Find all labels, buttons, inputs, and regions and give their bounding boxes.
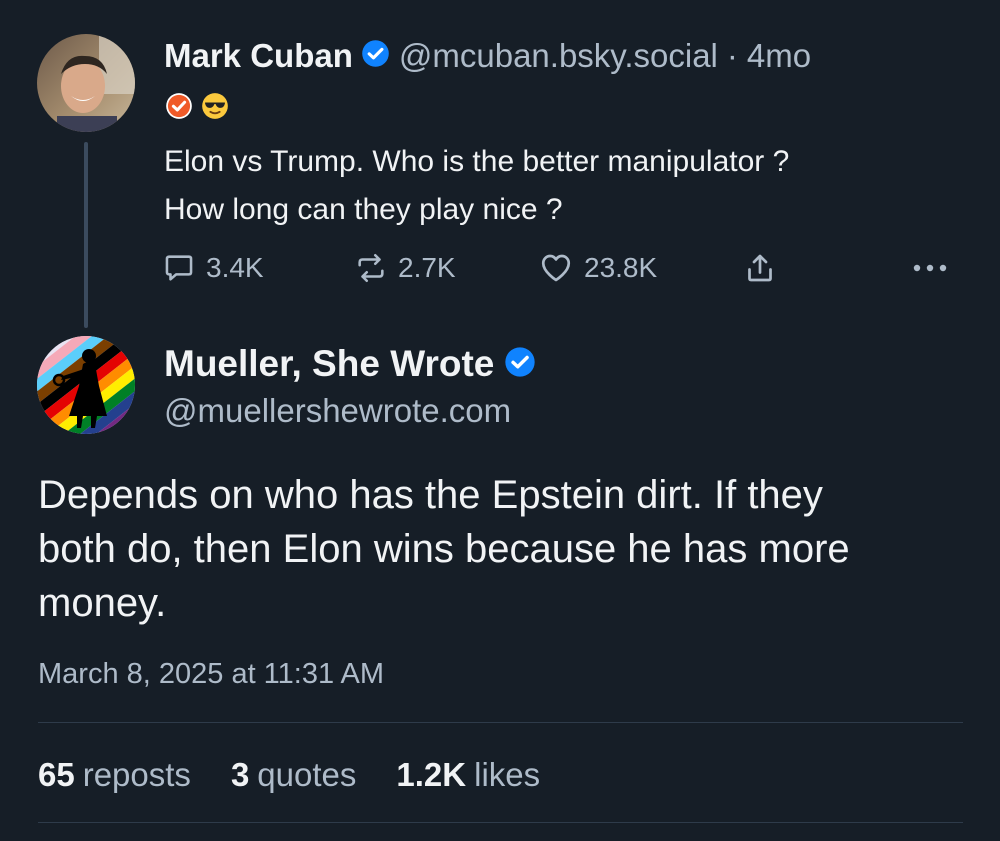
thread-connector-line [84,142,88,328]
likes-count: 1.2K [396,756,467,793]
verified-check-icon [361,39,390,73]
reply-post-text: Depends on who has the Epstein dirt. If … [38,468,978,630]
like-count: 23.8K [584,252,658,283]
quotes-stat[interactable]: 3 quotes [231,756,356,794]
post-action-bar: 3.4K 2.7K 23.8K [162,248,962,288]
post-text-line: Depends on who has the Epstein dirt. If … [38,473,823,517]
reply-button[interactable]: 3.4K [162,248,264,288]
post-text-line: Elon vs Trump. Who is the better manipul… [164,145,790,178]
quotes-count: 3 [230,756,250,793]
share-icon [748,254,772,282]
reply-count: 3.4K [206,252,264,283]
like-button[interactable]: 23.8K [538,248,657,288]
likes-label: likes [474,756,541,793]
quotes-label: quotes [257,756,357,793]
author-name[interactable]: Mueller, She Wrote [164,343,494,385]
repost-count: 2.7K [398,252,456,283]
more-options-button[interactable] [910,248,960,288]
heart-icon [541,254,571,282]
post-age[interactable]: 4mo [747,37,811,75]
divider [38,822,963,823]
author-handle[interactable]: @mcuban.bsky.social [399,37,718,75]
sunglasses-emoji-icon [201,92,229,125]
share-button[interactable] [742,248,788,288]
reposts-count: 65 [38,756,75,793]
reposts-stat[interactable]: 65 reposts [38,756,191,794]
divider [38,722,963,723]
repost-icon [358,253,384,283]
author-name[interactable]: Mark Cuban [164,37,353,75]
author-avatar-mark-cuban[interactable] [37,34,135,132]
verified-check-icon [504,346,536,383]
reply-author-row: Mueller, She Wrote [164,340,536,388]
likes-stat[interactable]: 1.2K likes [396,756,540,794]
post-text-line: How long can they play nice ? [164,193,563,226]
author-avatar-mueller-she-wrote[interactable] [37,336,135,434]
reposts-label: reposts [82,756,191,793]
repost-button[interactable]: 2.7K [354,248,456,288]
checkmark-badge-icon [165,92,193,125]
post-text-line: money. [38,581,167,625]
post-text-line: both do, then Elon wins because he has m… [38,527,850,571]
ellipsis-icon [913,264,947,272]
parent-post-header: Mark Cuban @mcuban.bsky.social · 4mo [164,34,811,78]
author-handle[interactable]: @muellershewrote.com [164,392,511,430]
engagement-stats: 65 reposts 3 quotes 1.2K likes [38,752,580,798]
post-timestamp: March 8, 2025 at 11:31 AM [38,658,385,690]
dot-separator: · [726,37,738,74]
parent-post-text: Elon vs Trump. Who is the better manipul… [164,138,964,234]
profile-badges [165,92,229,125]
reply-icon [165,255,193,281]
